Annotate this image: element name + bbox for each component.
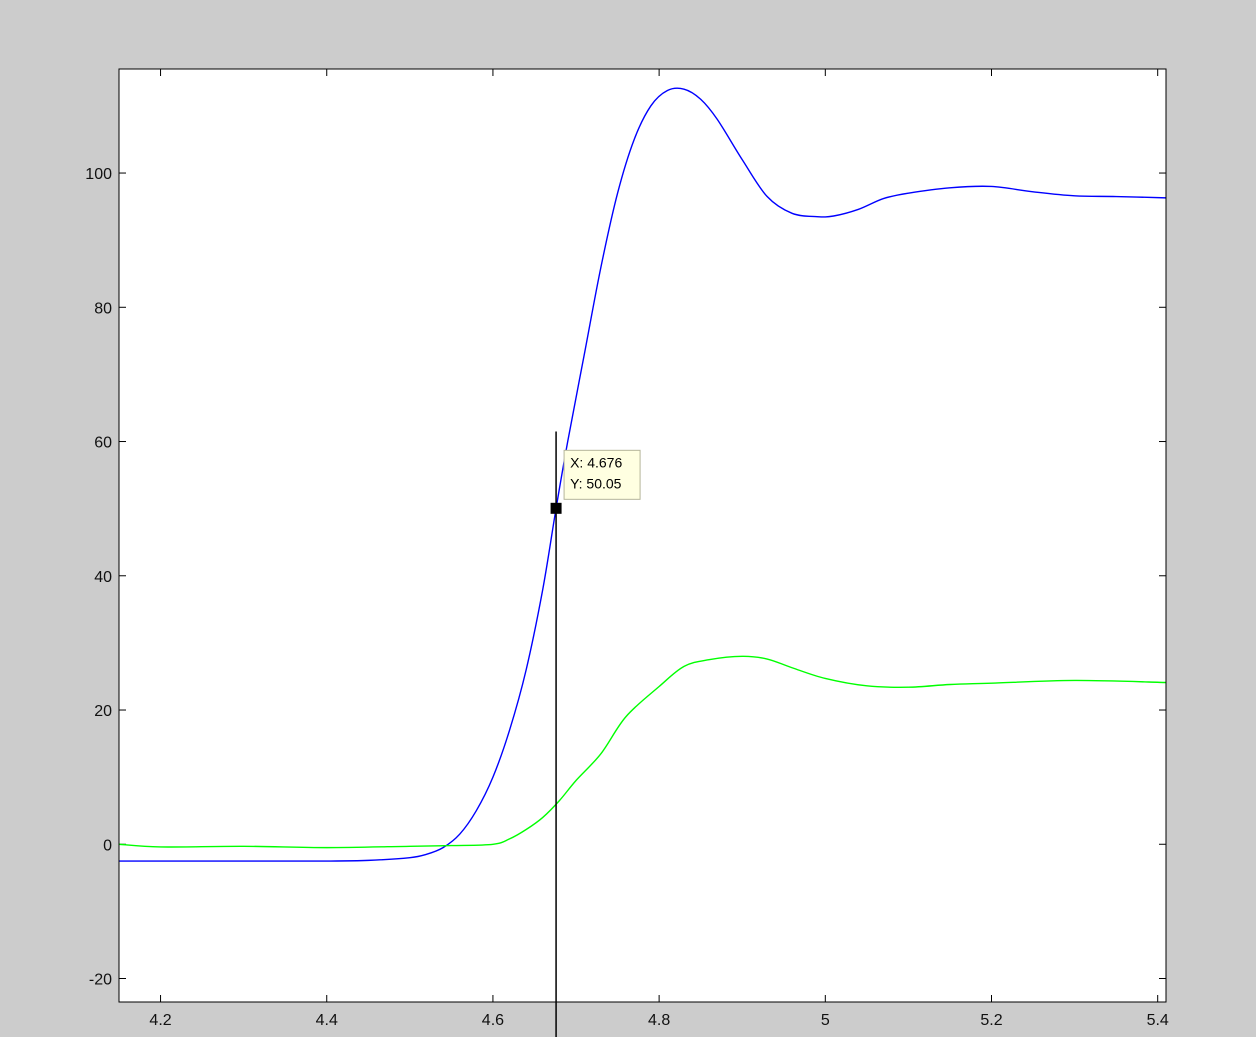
figure: 4.2 4.4 4.6 4.8 5 5.2 5.4 -20 0 20 40 60 80 100 X: 4.… [0,0,1256,1037]
datatip-x-text: X: 4.676 [570,454,622,470]
x-tick-label: 5.4 [1147,1012,1169,1029]
y-tick-label: 20 [94,703,112,720]
x-tick-label: 5 [821,1012,830,1029]
x-tick-label: 4.4 [316,1012,338,1029]
y-tick-label: 80 [94,300,112,317]
x-tick-label: 4.6 [482,1012,504,1029]
datatip-y-text: Y: 50.05 [570,475,622,491]
y-tick-label: 40 [94,569,112,586]
cursor-marker[interactable] [550,502,562,514]
x-tick-label: 4.8 [648,1012,670,1029]
x-tick-label: 4.2 [149,1012,171,1029]
x-tick-label: 5.2 [980,1012,1002,1029]
y-tick-label: 100 [85,166,112,183]
y-tick-label: -20 [89,972,112,989]
axes-background [119,69,1166,1002]
y-tick-label: 0 [103,837,112,854]
y-tick-label: 60 [94,435,112,452]
